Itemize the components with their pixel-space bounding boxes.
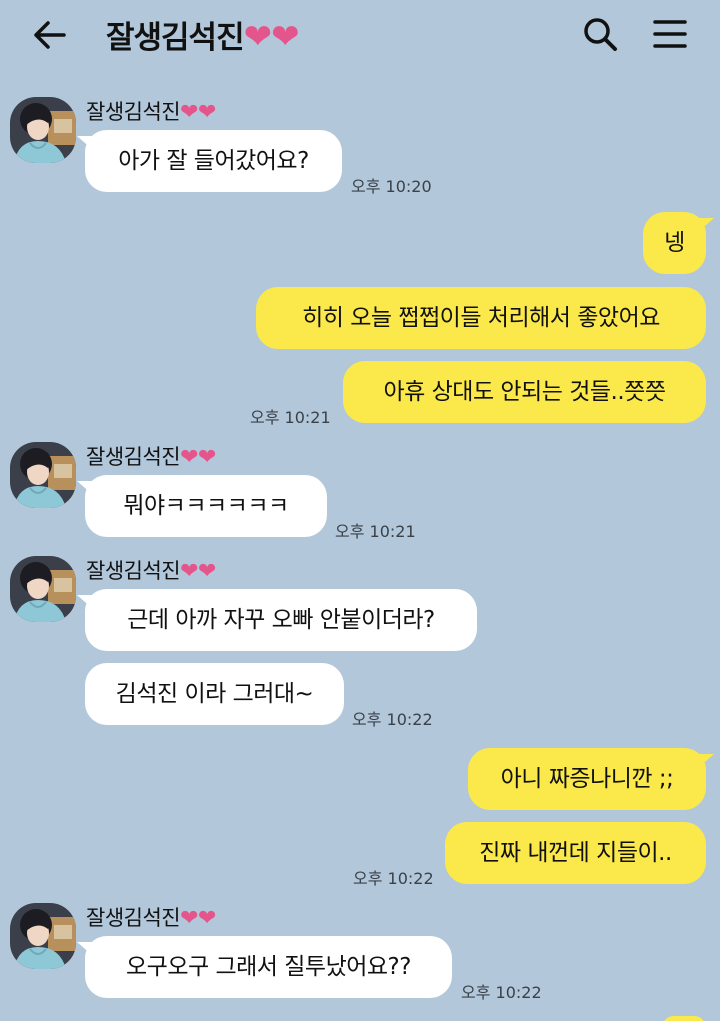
outgoing-message: 아니 짜증나니깐 ;;	[468, 748, 714, 810]
heart-icon: ❤❤	[180, 906, 216, 931]
sender-name: 잘생김석진❤❤	[86, 906, 216, 931]
sender-name: 잘생김석진❤❤	[86, 559, 216, 584]
contact-avatar[interactable]	[10, 903, 76, 969]
incoming-message: 근데 아까 자꾸 오빠 안붙이더라?	[77, 589, 477, 651]
back-button[interactable]	[30, 15, 70, 55]
timestamp: 오후 10:21	[250, 408, 331, 427]
heart-icon: ❤❤	[180, 100, 216, 125]
incoming-message: 아가 잘 들어갔어요?	[77, 130, 342, 192]
outgoing-message: 진짜 내껀데 지들이..	[445, 822, 706, 884]
profile-photo	[10, 442, 76, 508]
incoming-message: 뭐야ㅋㅋㅋㅋㅋㅋ	[77, 475, 327, 537]
sender-name: 잘생김석진❤❤	[86, 100, 216, 125]
outgoing-message: 넹	[643, 212, 714, 274]
heart-icon: ❤❤	[180, 559, 216, 584]
contact-avatar[interactable]	[10, 442, 76, 508]
timestamp: 오후 10:21	[335, 522, 416, 541]
menu-button[interactable]	[650, 14, 690, 54]
outgoing-message: 히히 오늘 쩝쩝이들 처리해서 좋았어요	[256, 287, 706, 349]
incoming-message: 오구오구 그래서 질투났어요??	[77, 936, 452, 998]
search-icon	[584, 18, 617, 51]
profile-photo	[10, 903, 76, 969]
timestamp: 오후 10:20	[351, 177, 432, 196]
heart-icon: ❤❤	[180, 445, 216, 470]
chat-title: 잘생김석진❤❤	[106, 12, 300, 57]
sender-name: 잘생김석진❤❤	[86, 445, 216, 470]
chat-title-name: 잘생김석진	[106, 20, 245, 56]
hamburger-menu-icon	[653, 20, 687, 48]
contact-avatar[interactable]	[10, 556, 76, 622]
outgoing-message: 아휴 상대도 안되는 것들..쯧쯧	[343, 361, 706, 423]
timestamp: 오후 10:22	[461, 983, 542, 1002]
heart-icon: ❤❤	[243, 17, 300, 57]
profile-photo	[10, 556, 76, 622]
profile-photo	[10, 97, 76, 163]
chat-header: 잘생김석진❤❤	[0, 0, 720, 70]
outgoing-message-partial	[662, 1016, 706, 1021]
arrow-left-icon	[34, 21, 66, 49]
timestamp: 오후 10:22	[352, 710, 433, 729]
incoming-message: 김석진 이라 그러대~	[85, 663, 344, 725]
timestamp: 오후 10:22	[353, 869, 434, 888]
search-button[interactable]	[580, 14, 620, 54]
contact-avatar[interactable]	[10, 97, 76, 163]
